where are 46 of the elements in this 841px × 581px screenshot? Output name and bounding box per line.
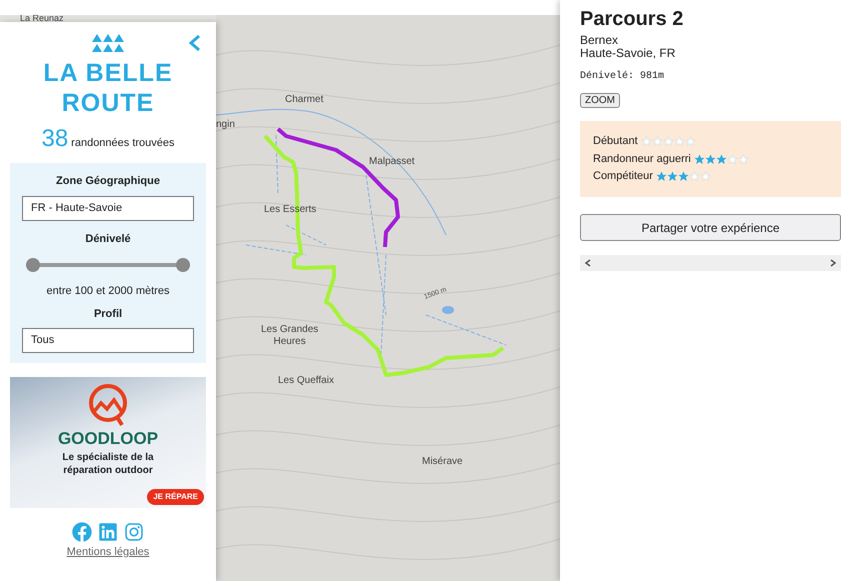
ad-cta-button[interactable]: JE RÉPARE [147, 489, 204, 505]
filter-label: Profil [94, 306, 122, 322]
map-label: Charmet [285, 94, 324, 106]
ad-tagline: Le spécialiste de la réparation outdoor [62, 451, 154, 477]
scroll-left-icon[interactable] [584, 259, 592, 267]
route-title: Parcours 2 [580, 7, 684, 32]
filled-star-icon [678, 171, 689, 182]
legal-link[interactable]: Mentions légales [66, 544, 150, 560]
facebook-icon[interactable] [72, 522, 92, 542]
filled-star-icon [694, 154, 705, 164]
share-button[interactable]: Partager votre expérience [580, 214, 841, 241]
ad-brand: GOODLOOP [58, 429, 158, 449]
slider-thumb[interactable] [26, 258, 40, 272]
scroll-right-icon[interactable] [829, 259, 837, 267]
profile-input-field[interactable]: Tous [22, 328, 194, 353]
map-label: Les Grandes Heures [261, 324, 318, 348]
instagram-icon[interactable] [124, 522, 144, 542]
filter-label: Zone Géographique [56, 174, 160, 189]
filled-star-icon [716, 154, 727, 164]
rating-label: Compétiteur [593, 169, 653, 184]
map-label: La Reunaz [20, 15, 65, 22]
region-name: Haute-Savoie, FR [580, 47, 676, 60]
slider-thumb[interactable] [176, 258, 190, 272]
filled-star-icon [704, 154, 716, 164]
filled-star-icon [666, 171, 678, 182]
map-label: Misérave [422, 456, 463, 468]
elevation-text: Dénivelé: 981m [580, 70, 666, 84]
range-slider[interactable] [26, 258, 190, 272]
map-label: Les Queffaix [278, 375, 334, 387]
filter-label: Dénivelé [85, 232, 131, 246]
range-text: entre 100 et 2000 mètres [46, 284, 170, 299]
rating-label: Débutant [593, 134, 638, 150]
place-name: Bernex [580, 34, 620, 47]
result-label: randonnées trouvées [71, 136, 175, 151]
rating-label: Randonneur aguerri [593, 152, 691, 167]
logo-text: LA BELLE ROUTE [43, 58, 173, 118]
result-count: 38 [41, 124, 68, 154]
ad-banner[interactable]: GOODLOOP Le spécialiste de la réparation outdoor JE RÉPARE [10, 377, 206, 508]
filled-star-icon [656, 171, 667, 182]
horizontal-scrollbar[interactable] [580, 255, 841, 271]
back-chevron-icon[interactable] [188, 34, 202, 52]
zoom-button[interactable]: ZOOM [580, 93, 620, 108]
map-label: ngin [216, 119, 235, 131]
linkedin-icon[interactable] [98, 522, 118, 542]
zone-input-field[interactable]: FR - Haute-Savoie [22, 196, 194, 220]
logo-triangles-icon [92, 34, 124, 52]
